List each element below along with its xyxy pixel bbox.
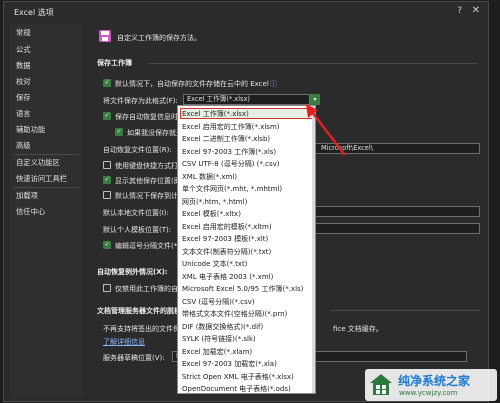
info-icon[interactable]: ⓘ xyxy=(270,79,277,89)
keep-last-checkbox[interactable]: ✓ xyxy=(115,128,123,136)
format-option[interactable]: CSV (逗号分隔)(*.csv) xyxy=(182,297,255,307)
dialog-title: Excel 选项 xyxy=(14,8,54,17)
format-option[interactable]: SYLK (符号链接)(*.slk) xyxy=(182,334,256,344)
default-cloud-checkbox[interactable]: ✓ xyxy=(103,79,111,87)
sidebar-item-data[interactable]: 数据 xyxy=(16,61,31,71)
sidebar-item-proofing[interactable]: 校对 xyxy=(16,77,31,87)
format-option[interactable]: 网页(*.htm, *.html) xyxy=(182,197,247,207)
personal-template-label: 默认个人模板位置(T): xyxy=(103,226,172,234)
save-to-computer-checkbox[interactable] xyxy=(103,191,111,199)
format-option[interactable]: 单个文件网页(*.mht, *.mhtml) xyxy=(182,184,282,194)
section-save-workbooks: 保存工作簿 xyxy=(97,59,132,67)
keyboard-shortcuts-label: 使用键盘快捷方式打开 xyxy=(115,162,185,170)
sidebar-item-trust-center[interactable]: 信任中心 xyxy=(16,207,45,217)
offline-desc-tail: fice 文档缓存。 xyxy=(333,325,383,333)
sidebar-item-save[interactable]: 保存 xyxy=(16,93,31,103)
autorecover-location-label: 自动恢复文件位置(R): xyxy=(103,146,172,154)
format-option[interactable]: Excel 加载宏(*.xlam) xyxy=(182,347,252,357)
format-option[interactable]: Excel 97-2003 模板(*.xlt) xyxy=(182,234,268,244)
show-more-places-label: 显示其他保存位置(即 xyxy=(115,177,181,185)
sidebar-item-quick-access-toolbar[interactable]: 快速访问工具栏 xyxy=(16,174,67,184)
format-option[interactable]: Excel 97-2003 工作簿(*.xls) xyxy=(182,147,276,157)
format-option[interactable]: Strict Open XML 电子表格(*.xlsx) xyxy=(182,372,294,382)
save-format-label: 将文件保存为此格式(F): xyxy=(103,97,178,105)
format-option[interactable]: XML 数据(*.xml) xyxy=(182,172,237,182)
disable-autorecover-checkbox[interactable] xyxy=(103,284,111,292)
watermark-brand: 纯净系统之家 xyxy=(398,374,471,388)
disable-autorecover-label: 仅禁用此工作簿的自 xyxy=(115,285,178,293)
format-option[interactable]: Microsoft Excel 5.0/95 工作簿(*.xls) xyxy=(182,284,303,294)
page-header: 自定义工作簿的保存方法。 xyxy=(117,34,201,42)
save-disk-icon xyxy=(99,30,111,42)
brand-logo-icon xyxy=(370,374,392,395)
close-icon[interactable]: ✕ xyxy=(472,5,480,16)
sidebar-item-accessibility[interactable]: 辅助功能 xyxy=(16,125,45,135)
watermark-url: www.ycwjzy.com xyxy=(399,389,458,397)
options-sidebar: 常规 公式 数据 校对 保存 语言 辅助功能 高级 自定义功能区 快速访问工具栏… xyxy=(10,24,83,398)
title-bar: Excel 选项 ? ✕ xyxy=(4,2,488,22)
section-divider xyxy=(148,63,478,64)
format-option[interactable]: XML 电子表格 2003 (*.xml) xyxy=(182,272,273,282)
default-cloud-label: 默认情况下，自动保存的文件存储在云中的 Excel xyxy=(115,80,269,88)
section-divider xyxy=(330,310,480,311)
sidebar-item-advanced[interactable]: 高级 xyxy=(16,141,31,151)
format-option[interactable]: 带格式文本文件(空格分隔)(*.prn) xyxy=(182,309,287,319)
format-option[interactable]: Excel 模板(*.xltx) xyxy=(182,209,241,219)
autorecover-checkbox[interactable]: ✓ xyxy=(103,112,111,120)
format-option[interactable]: Excel 二进制工作簿(*.xlsb) xyxy=(182,134,270,144)
format-option[interactable]: Excel 启用宏的工作簿(*.xlsm) xyxy=(182,122,280,132)
edit-csv-label: 编辑逗号分隔文件(*.c xyxy=(115,242,184,250)
sidebar-item-formulas[interactable]: 公式 xyxy=(16,45,31,55)
show-more-places-checkbox[interactable]: ✓ xyxy=(103,176,111,184)
sidebar-item-language[interactable]: 语言 xyxy=(16,109,31,119)
save-to-computer-label: 默认情况下保存到计算 xyxy=(115,192,185,200)
autorecover-label: 保存自动恢复信息时间 xyxy=(115,113,185,121)
help-icon[interactable]: ? xyxy=(457,6,462,16)
watermark: 纯净系统之家 www.ycwjzy.com xyxy=(365,369,497,401)
format-option[interactable]: Excel 工作簿(*.xlsx) xyxy=(182,109,249,119)
format-option[interactable]: CSV UTF-8 (逗号分隔) (*.csv) xyxy=(182,159,280,169)
edit-csv-checkbox[interactable]: ✓ xyxy=(103,241,111,249)
format-option[interactable]: 文本文件(制表符分隔)(*.txt) xyxy=(182,247,271,257)
section-offline-editing: 文档管理服务器文件的脱机编 xyxy=(97,307,188,315)
format-option[interactable]: DIF (数据交换格式)(*.dif) xyxy=(182,322,263,332)
sidebar-item-general[interactable]: 常规 xyxy=(16,28,31,38)
sidebar-divider xyxy=(14,154,79,155)
annotation-arrow-icon xyxy=(306,104,346,156)
format-option[interactable]: OpenDocument 电子表格(*.ods) xyxy=(182,384,291,394)
keyboard-shortcuts-checkbox[interactable] xyxy=(103,161,111,169)
format-option[interactable]: Unicode 文本(*.txt) xyxy=(182,259,247,269)
sidebar-item-add-ins[interactable]: 加载项 xyxy=(16,191,38,201)
format-option[interactable]: Excel 启用宏的模板(*.xltm) xyxy=(182,222,272,232)
local-file-location-label: 默认本地文件位置(I): xyxy=(103,209,169,217)
server-draft-label: 服务器草稿位置(V): xyxy=(103,354,165,362)
section-autorecover-exceptions: 自动恢复例外情况(X): xyxy=(97,268,168,276)
sidebar-divider xyxy=(14,187,79,188)
sidebar-item-customize-ribbon[interactable]: 自定义功能区 xyxy=(16,158,60,168)
learn-more-link[interactable]: 了解详细信息 xyxy=(103,337,145,347)
format-option[interactable]: Excel 97-2003 加载宏(*.xla) xyxy=(182,359,277,369)
